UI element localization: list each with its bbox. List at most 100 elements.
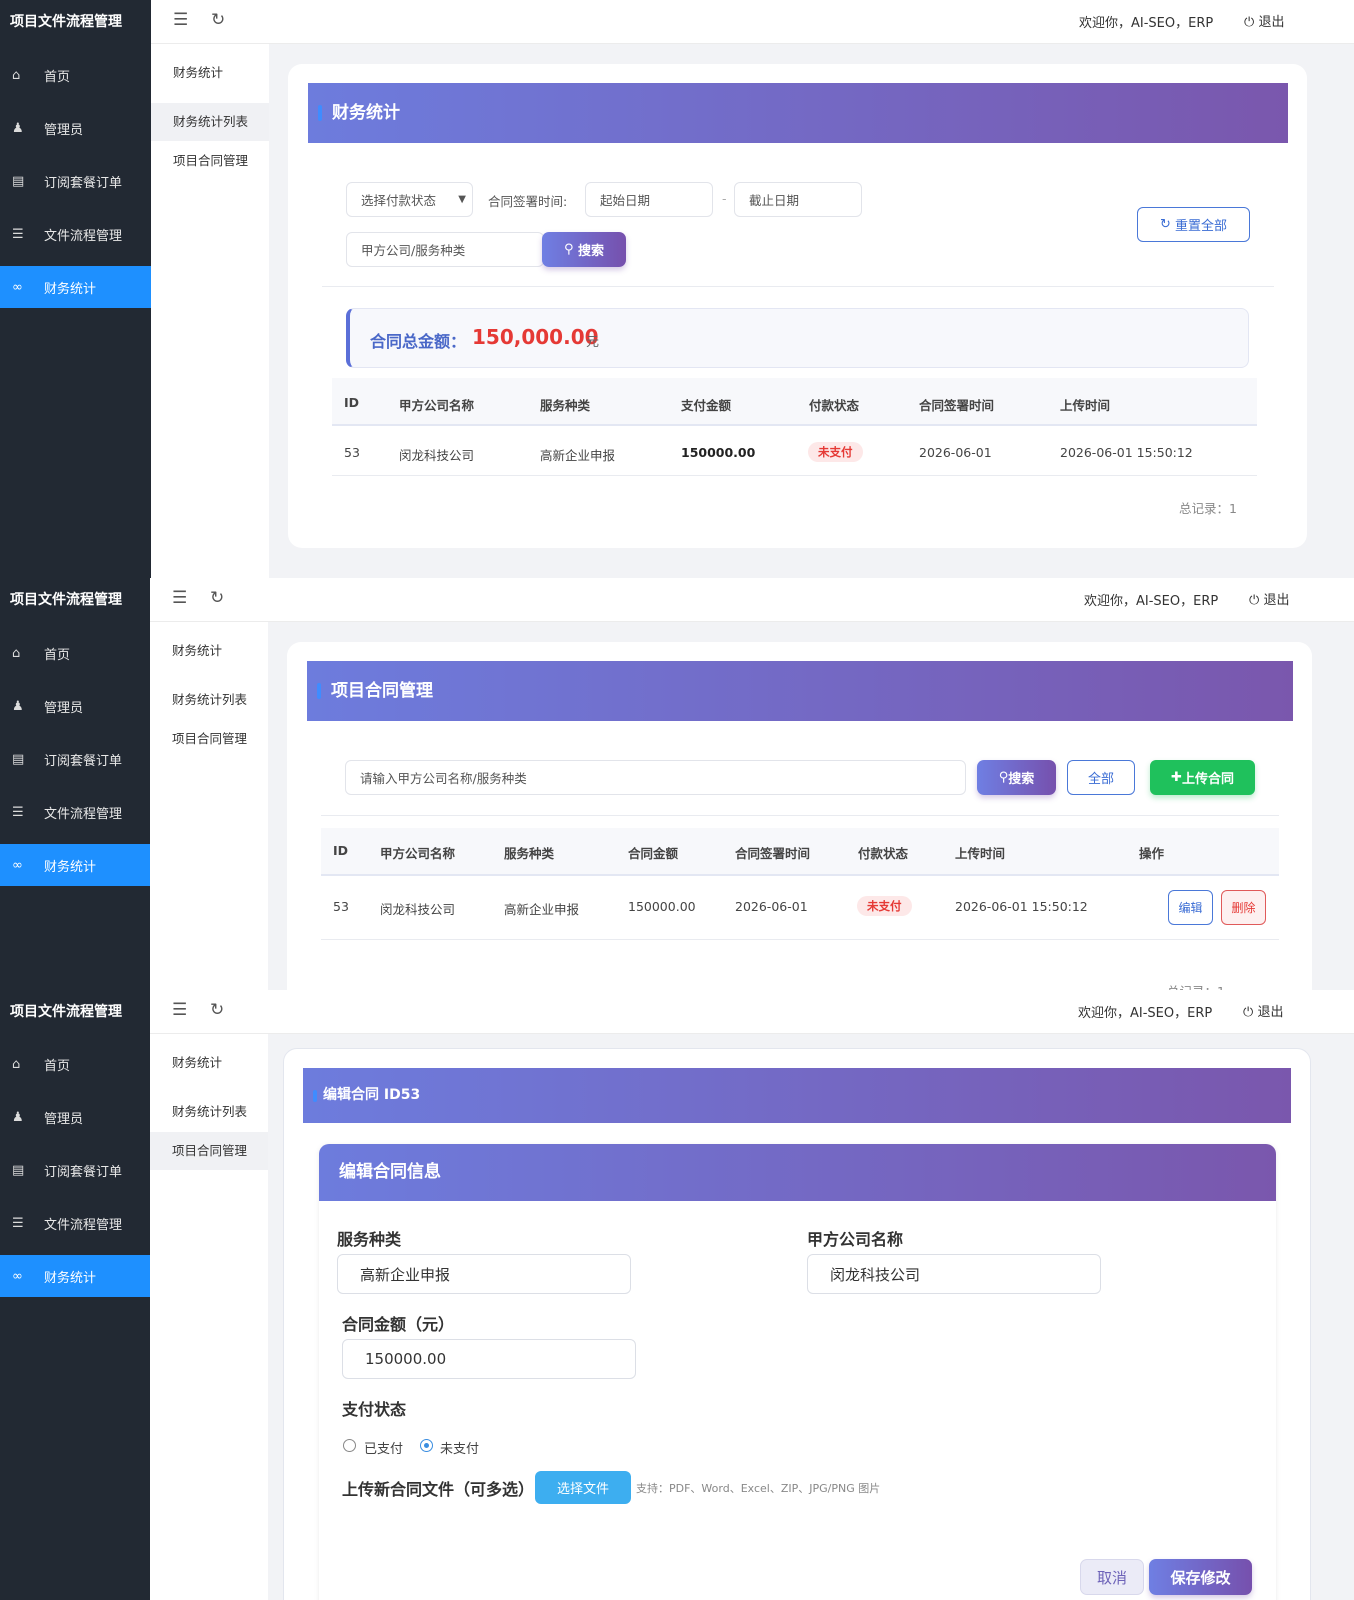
page-banner: 财务统计 xyxy=(308,83,1288,143)
user-lock-icon: ♟ xyxy=(12,698,24,714)
column-header: 甲方公司名称 xyxy=(380,846,456,861)
upload-contract-button[interactable]: ✚ 上传合同 xyxy=(1150,760,1255,795)
cell-sign-date: 2026-06-01 xyxy=(919,445,992,460)
home-icon: ⌂ xyxy=(12,1056,21,1072)
page-banner: 编辑合同 ID53 xyxy=(303,1068,1291,1123)
cell-id: 53 xyxy=(333,899,349,914)
chevron-down-icon: ▼ xyxy=(458,194,466,205)
search-button[interactable]: ⚲ 搜索 xyxy=(542,232,626,267)
cancel-button[interactable]: 取消 xyxy=(1080,1559,1144,1595)
refresh-icon[interactable]: ↻ xyxy=(211,10,225,30)
company-input[interactable]: 闵龙科技公司 xyxy=(807,1254,1101,1294)
collapse-menu-icon[interactable]: ☰ xyxy=(172,588,187,608)
reset-all-button[interactable]: ↻ 重置全部 xyxy=(1137,207,1250,242)
collapse-menu-icon[interactable]: ☰ xyxy=(173,10,188,30)
banner-accent xyxy=(313,1090,317,1102)
menu-lines-icon: ☰ xyxy=(12,1215,24,1231)
subnav-finance-list[interactable]: 财务统计列表 xyxy=(150,681,268,719)
sidebar-item-finance[interactable]: ∞ 财务统计 xyxy=(0,266,151,308)
sidebar-item-home[interactable]: ⌂ 首页 xyxy=(0,632,150,674)
collapse-menu-icon[interactable]: ☰ xyxy=(172,1000,187,1020)
sidebar-item-files[interactable]: ☰ 文件流程管理 xyxy=(0,213,151,255)
service-input[interactable]: 高新企业申报 xyxy=(337,1254,631,1294)
subnav-finance-stats[interactable]: 财务统计 xyxy=(150,1044,268,1082)
divider xyxy=(321,815,1279,816)
user-lock-icon: ♟ xyxy=(12,120,24,136)
sidebar-item-home[interactable]: ⌂ 首页 xyxy=(0,1043,150,1085)
column-header: 付款状态 xyxy=(858,846,909,861)
keyword-input[interactable]: 甲方公司/服务种类 xyxy=(346,232,544,267)
status-badge: 未支付 xyxy=(857,896,912,916)
cell-service: 高新企业申报 xyxy=(540,448,616,463)
total-records: 总记录：1 xyxy=(1179,501,1237,516)
sidebar-item-admin[interactable]: ♟ 管理员 xyxy=(0,1096,150,1138)
choose-file-button[interactable]: 选择文件 xyxy=(535,1471,631,1504)
column-header: 操作 xyxy=(1139,846,1165,861)
column-header: 甲方公司名称 xyxy=(399,398,475,413)
contract-search-input[interactable]: 请输入甲方公司名称/服务种类 xyxy=(345,760,966,795)
sidebar-item-admin[interactable]: ♟ 管理员 xyxy=(0,107,151,149)
radio-unpaid-label: 未支付 xyxy=(440,1442,480,1457)
status-badge: 未支付 xyxy=(808,442,863,462)
sidebar-item-finance[interactable]: ∞ 财务统计 xyxy=(0,844,150,886)
subnav-finance-list[interactable]: 财务统计列表 xyxy=(150,1093,268,1131)
total-amount-unit: 元 xyxy=(586,335,600,350)
sidebar-item-finance[interactable]: ∞ 财务统计 xyxy=(0,1255,150,1297)
end-date-input[interactable]: 截止日期 xyxy=(734,182,862,217)
sidebar-item-files[interactable]: ☰ 文件流程管理 xyxy=(0,791,150,833)
cell-service: 高新企业申报 xyxy=(504,902,580,917)
all-button[interactable]: 全部 xyxy=(1067,760,1135,795)
sidebar: 项目文件流程管理 ⌂ 首页 ♟ 管理员 ▤ 订阅套餐订单 ☰ 文件流程管理 ∞ 财务统计 xyxy=(0,578,150,990)
pay-status-select[interactable]: 选择付款状态 ▼ xyxy=(346,182,473,217)
banner-accent xyxy=(317,683,321,699)
cell-company: 闵龙科技公司 xyxy=(399,448,475,463)
search-icon: ⚲ xyxy=(998,770,1009,785)
sidebar-item-files[interactable]: ☰ 文件流程管理 xyxy=(0,1202,150,1244)
subnav-finance-stats[interactable]: 财务统计 xyxy=(151,54,269,92)
logout-button[interactable]: ⏻ 退出 xyxy=(1244,11,1284,30)
search-button[interactable]: ⚲ 搜索 xyxy=(977,760,1056,795)
service-label: 服务种类 xyxy=(337,1230,402,1249)
subnav-finance-list[interactable]: 财务统计列表 xyxy=(151,103,269,141)
column-header: 支付金额 xyxy=(681,398,732,413)
sidebar: 项目文件流程管理 ⌂ 首页 ♟ 管理员 ▤ 订阅套餐订单 ☰ 文件流程管理 ∞ 财务统计 xyxy=(0,990,150,1600)
subnav-contract-manage[interactable]: 项目合同管理 xyxy=(151,142,269,180)
logout-button[interactable]: ⏻ 退出 xyxy=(1243,1001,1283,1020)
bag-icon: ▤ xyxy=(12,173,25,189)
subnav-contract-manage[interactable]: 项目合同管理 xyxy=(150,1132,268,1170)
edit-button[interactable]: 编辑 xyxy=(1168,890,1213,925)
subnav-finance-stats[interactable]: 财务统计 xyxy=(150,632,268,670)
logout-button[interactable]: ⏻ 退出 xyxy=(1249,589,1289,608)
total-amount-label: 合同总金额： xyxy=(370,332,467,351)
sidebar: 项目文件流程管理 ⌂ 首页 ♟ 管理员 ▤ 订阅套餐订单 ☰ 文件流程管理 ∞ 财务统计 xyxy=(0,0,151,578)
sidebar-item-orders[interactable]: ▤ 订阅套餐订单 xyxy=(0,1149,150,1191)
refresh-icon[interactable]: ↻ xyxy=(210,1000,224,1020)
menu-lines-icon: ☰ xyxy=(12,226,24,242)
cell-id: 53 xyxy=(344,445,360,460)
plus-icon: ✚ xyxy=(1171,770,1182,785)
sidebar-item-orders[interactable]: ▤ 订阅套餐订单 xyxy=(0,738,150,780)
cell-amount: 150000.00 xyxy=(628,899,696,914)
column-header: 合同签署时间 xyxy=(919,398,995,413)
sidebar-item-orders[interactable]: ▤ 订阅套餐订单 xyxy=(0,160,151,202)
line-chart-icon: ∞ xyxy=(12,1268,23,1284)
refresh-icon[interactable]: ↻ xyxy=(210,588,224,608)
sidebar-item-home[interactable]: ⌂ 首页 xyxy=(0,54,151,96)
app-title: 项目文件流程管理 xyxy=(10,1004,122,1020)
radio-unpaid[interactable] xyxy=(420,1439,433,1452)
row-divider xyxy=(332,475,1257,476)
delete-button[interactable]: 删除 xyxy=(1221,890,1266,925)
save-button[interactable]: 保存修改 xyxy=(1149,1559,1252,1595)
subnav-contract-manage[interactable]: 项目合同管理 xyxy=(150,720,268,758)
home-icon: ⌂ xyxy=(12,67,21,83)
welcome-text: 欢迎你，AI-SEO，ERP xyxy=(1078,1006,1213,1021)
edit-form-card: 编辑合同信息 服务种类 高新企业申报 甲方公司名称 闵龙科技公司 合同金额（元）… xyxy=(319,1144,1276,1600)
screen-contract-manage: 项目文件流程管理 ⌂ 首页 ♟ 管理员 ▤ 订阅套餐订单 ☰ 文件流程管理 ∞ 财务统计 … xyxy=(0,578,1354,990)
amount-input[interactable]: 150000.00 xyxy=(342,1339,636,1379)
content-card: 编辑合同 ID53 编辑合同信息 服务种类 高新企业申报 甲方公司名称 闵龙科技… xyxy=(283,1048,1311,1600)
start-date-input[interactable]: 起始日期 xyxy=(585,182,713,217)
sidebar-item-admin[interactable]: ♟ 管理员 xyxy=(0,685,150,727)
menu-lines-icon: ☰ xyxy=(12,804,24,820)
column-header: 付款状态 xyxy=(809,398,860,413)
radio-paid[interactable] xyxy=(343,1439,356,1452)
